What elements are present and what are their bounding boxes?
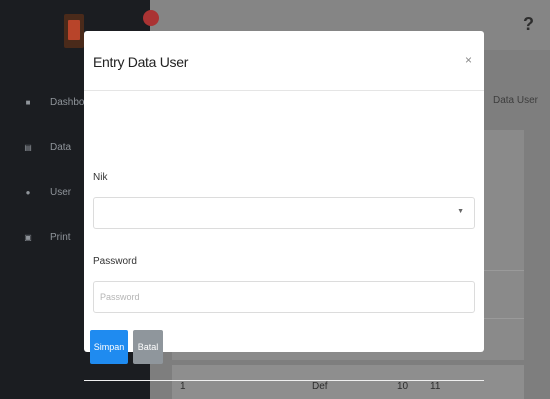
table-cell: 11	[430, 381, 441, 392]
sidebar-item-label: Data	[50, 142, 72, 153]
divider	[84, 380, 484, 381]
print-icon: ▣	[24, 233, 32, 242]
user-icon: ●	[25, 188, 31, 197]
data-icon: ▤	[24, 143, 32, 152]
chevron-down-icon: ▼	[457, 208, 464, 215]
notification-badge	[143, 10, 159, 26]
dashboard-icon: ■	[25, 98, 31, 107]
sidebar-item-label: User	[50, 187, 72, 198]
sidebar-item-label: Print	[50, 232, 71, 243]
help-icon[interactable]: ?	[523, 14, 534, 35]
panel-divider	[484, 318, 524, 319]
password-label: Password	[93, 256, 137, 267]
breadcrumb[interactable]: Data User	[493, 95, 538, 106]
table-cell: 10	[397, 381, 409, 392]
password-field[interactable]	[93, 281, 475, 313]
table-cell: 1	[180, 381, 186, 392]
cancel-button[interactable]: Batal	[133, 330, 163, 364]
table-cell: Def	[312, 381, 328, 392]
app-logo	[64, 14, 84, 48]
save-button[interactable]: Simpan	[90, 330, 128, 364]
nik-select[interactable]: ▼	[93, 197, 475, 229]
table-row: 1 Def 10 11	[172, 365, 524, 399]
nik-label: Nik	[93, 172, 108, 183]
panel-divider	[484, 270, 524, 271]
close-icon[interactable]: ×	[465, 53, 472, 67]
modal-header: Entry Data User ×	[84, 31, 484, 91]
entry-data-user-modal: Entry Data User × Nik ▼ Password Simpan …	[84, 31, 484, 381]
modal-title: Entry Data User	[93, 54, 189, 70]
